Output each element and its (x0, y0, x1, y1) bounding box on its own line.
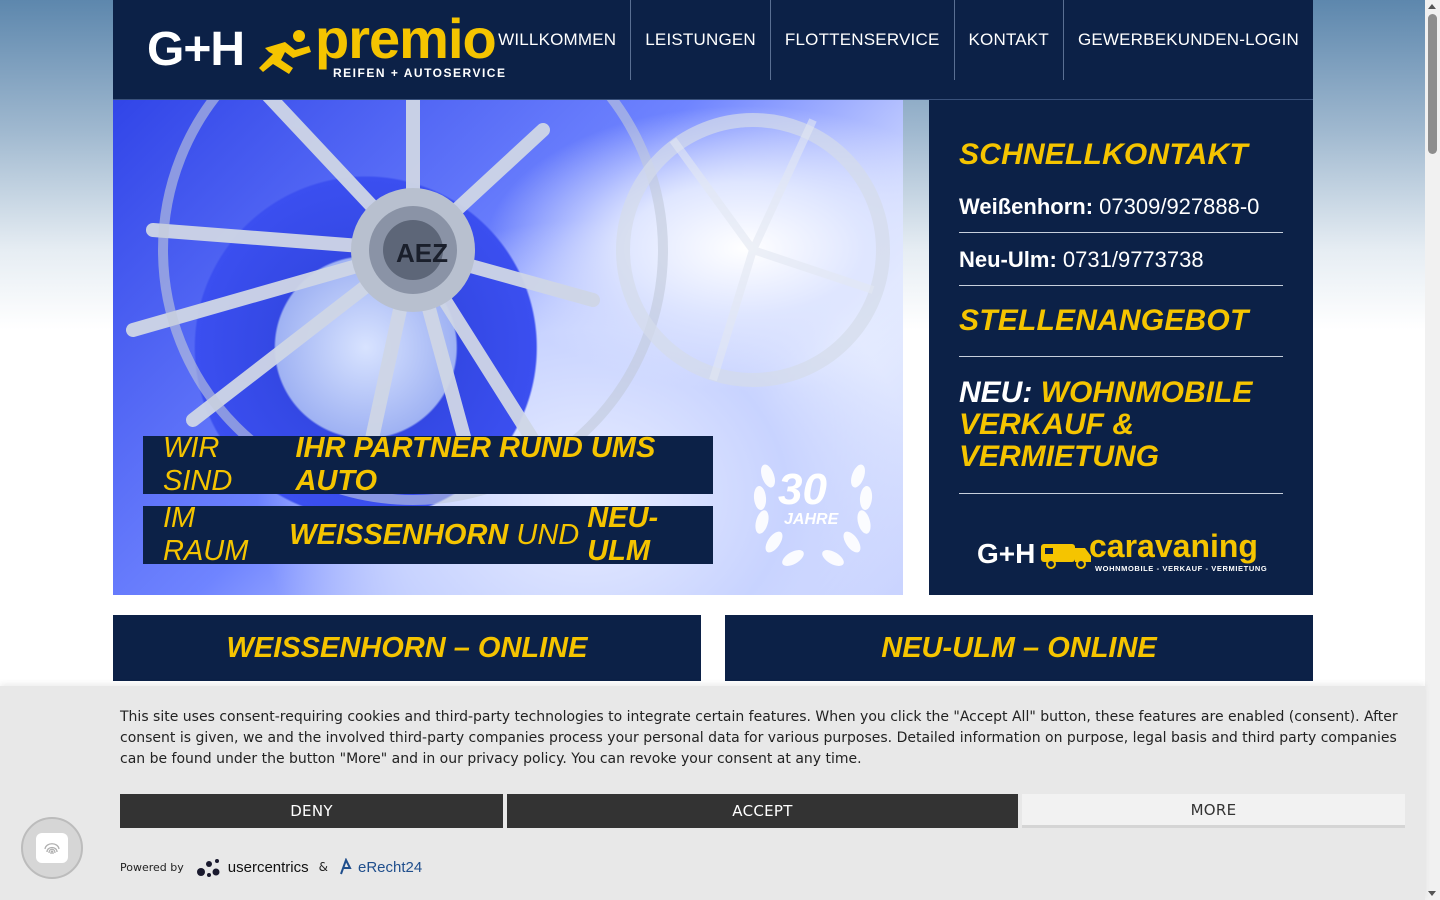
badge-number: 30 (778, 465, 827, 514)
caravaning-logo[interactable]: G+H caravaning WOHNMOBILE - VERKAUF - VE… (959, 528, 1283, 576)
wheel-brand: AEZ (396, 238, 448, 268)
more-button[interactable]: MORE (1022, 794, 1405, 828)
quick-contact-panel: SCHNELLKONTAKT Weißenhorn: 07309/927888-… (929, 100, 1313, 595)
logo-tagline: REIFEN + AUTOSERVICE (333, 66, 507, 80)
usercentrics-dots-icon (196, 859, 220, 877)
nav-item-gewerbekunden-login[interactable]: GEWERBEKUNDEN-LOGIN (1062, 0, 1313, 80)
usercentrics-link[interactable]: usercentrics (228, 859, 309, 876)
erecht-icon (340, 858, 352, 875)
weissenhorn-online-button[interactable]: WEISSENHORN – ONLINE (113, 615, 701, 681)
contact-weissenhorn[interactable]: Weißenhorn: 07309/927888-0 (959, 194, 1283, 233)
accept-button[interactable]: ACCEPT (507, 794, 1018, 828)
runner-logo-icon (259, 30, 311, 74)
powered-by: Powered by usercentrics & eRecht24 (120, 856, 422, 878)
hero-banner-1: WIR SIND IHR PARTNER RUND UMS AUTO (143, 432, 713, 497)
hero-line1-light: WIR SIND (163, 432, 233, 497)
scroll-down-icon[interactable] (1428, 891, 1436, 896)
powered-by-label: Powered by (120, 860, 184, 874)
nav-item-willkommen[interactable]: WILLKOMMEN (484, 0, 630, 80)
erecht-link[interactable]: eRecht24 (358, 859, 422, 876)
main-nav: WILLKOMMEN LEISTUNGEN FLOTTENSERVICE KON… (484, 0, 1313, 80)
laurel-wreath-icon: 30 JAHRE (753, 464, 873, 566)
powered-amp: & (318, 860, 328, 874)
neu-ulm-online-button[interactable]: NEU-ULM – ONLINE (725, 615, 1313, 681)
new-prefix: NEU: (959, 376, 1033, 409)
contact-weissenhorn-label: Weißenhorn: (959, 194, 1094, 219)
contact-neu-ulm-phone[interactable]: 0731/9773738 (1063, 247, 1204, 272)
camper-offer-link[interactable]: NEU: WOHNMOBILE VERKAUF & VERMIETUNG (959, 377, 1283, 494)
site-logo[interactable]: G+H premio REIFEN + AUTOSERVICE (147, 7, 527, 84)
nav-item-kontakt[interactable]: KONTAKT (953, 0, 1063, 80)
jobs-link[interactable]: STELLENANGEBOT (959, 304, 1283, 357)
caravan-logo-sub: WOHNMOBILE - VERKAUF - VERMIETUNG (1095, 564, 1268, 573)
caravan-logo-word: caravaning (1089, 528, 1258, 564)
contact-neu-ulm-label: Neu-Ulm: (959, 247, 1057, 272)
logo-brand-right: premio (315, 7, 497, 70)
hero-line2-bold-b: NEU-ULM (587, 502, 659, 567)
hero-image: AEZ WIR SIND IHR PARTNER RUND UMS AUTO I… (113, 100, 903, 595)
fingerprint-icon (36, 833, 68, 863)
hero-line2-light-b: UND (516, 518, 580, 551)
page-scrollbar[interactable] (1425, 0, 1440, 900)
deny-button[interactable]: DENY (120, 794, 503, 828)
contact-weissenhorn-phone[interactable]: 07309/927888-0 (1099, 194, 1259, 219)
cookie-consent-banner: This site uses consent-requiring cookies… (0, 686, 1425, 900)
site-header: G+H premio REIFEN + AUTOSERVICE WILLKOMM… (113, 0, 1313, 100)
contact-title: SCHNELLKONTAKT (959, 138, 1248, 171)
logo-brand-left: G+H (147, 23, 245, 76)
badge-word: JAHRE (784, 511, 840, 528)
privacy-settings-button[interactable] (21, 817, 83, 879)
cookie-text: This site uses consent-requiring cookies… (120, 709, 1398, 767)
hero-line2-light-a: IM RAUM (163, 502, 249, 567)
hero-line2-bold-a: WEISSENHORN (289, 518, 509, 551)
caravan-logo-left: G+H (977, 538, 1036, 569)
nav-item-flottenservice[interactable]: FLOTTENSERVICE (769, 0, 954, 80)
scroll-up-icon[interactable] (1428, 4, 1436, 9)
nav-item-leistungen[interactable]: LEISTUNGEN (630, 0, 770, 80)
scroll-thumb[interactable] (1428, 14, 1437, 154)
contact-neu-ulm[interactable]: Neu-Ulm: 0731/9773738 (959, 247, 1283, 286)
hero-banner-2: IM RAUM WEISSENHORN UND NEU-ULM (143, 502, 713, 567)
hero-line1-bold: IHR PARTNER RUND UMS AUTO (295, 432, 656, 497)
caravan-truck-icon (1041, 544, 1091, 569)
